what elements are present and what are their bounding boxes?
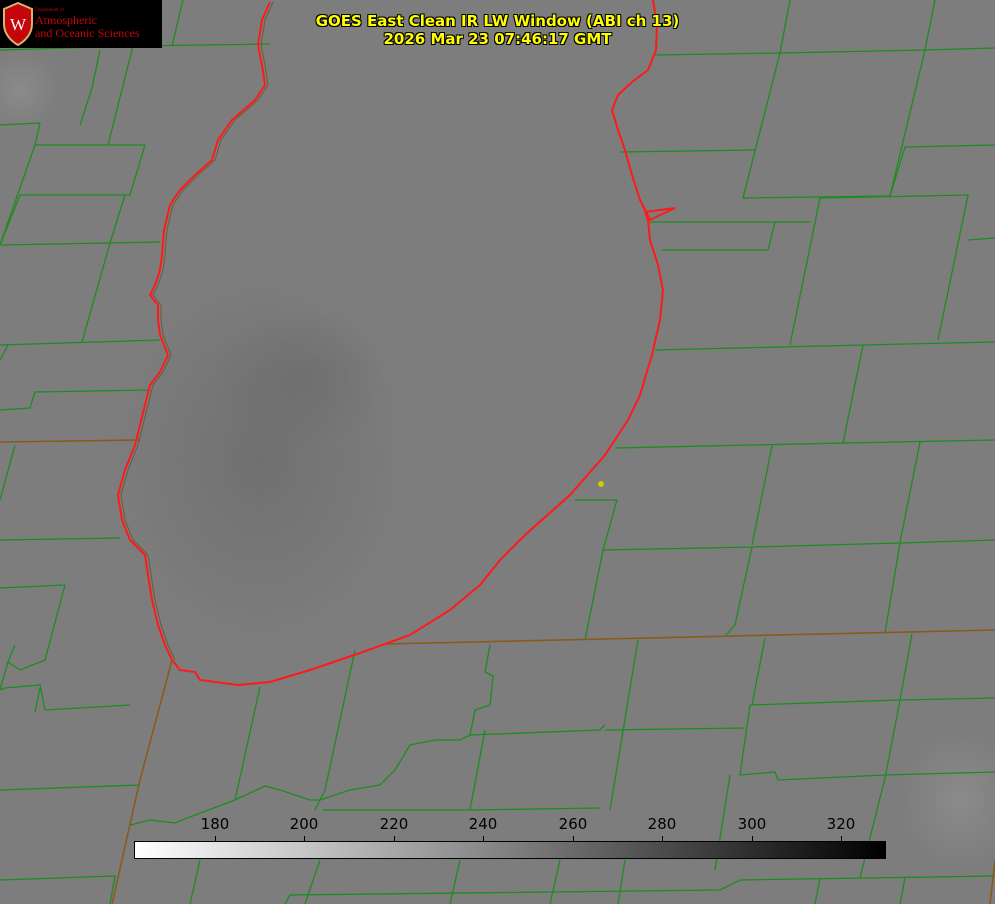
map-canvas: [0, 0, 995, 904]
colorbar-tick-label: 280: [647, 815, 677, 833]
colorbar-tick: [752, 836, 753, 842]
colorbar-tick: [841, 836, 842, 842]
colorbar-tick-label: 220: [379, 815, 409, 833]
colorbar-tick-label: 260: [558, 815, 588, 833]
colorbar-tick: [304, 836, 305, 842]
satellite-map-viewer: W Department of Atmospheric and Oceanic …: [0, 0, 995, 904]
colorbar-tick-label: 200: [289, 815, 319, 833]
colorbar-tick: [662, 836, 663, 842]
colorbar-tick-label: 240: [468, 815, 498, 833]
colorbar-tick-label: 180: [200, 815, 230, 833]
colorbar-tick-label: 320: [826, 815, 856, 833]
colorbar-tick: [215, 836, 216, 842]
colorbar-tick-label: 300: [737, 815, 767, 833]
cloud-dark-band: [210, 310, 390, 450]
image-title: GOES East Clean IR LW Window (ABI ch 13): [315, 12, 680, 30]
temperature-colorbar: [134, 841, 886, 859]
city-marker-dot: [598, 481, 604, 487]
colorbar-tick: [573, 836, 574, 842]
colorbar-tick: [394, 836, 395, 842]
image-timestamp: 2026 Mar 23 07:46:17 GMT: [383, 30, 612, 48]
colorbar-tick: [483, 836, 484, 842]
